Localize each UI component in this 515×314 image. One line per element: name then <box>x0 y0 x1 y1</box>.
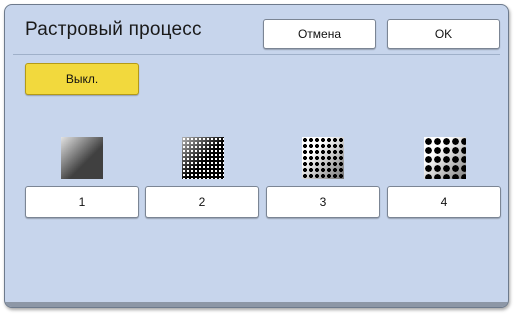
cancel-button[interactable]: Отмена <box>263 19 376 49</box>
pattern-shading-overlay <box>302 137 344 179</box>
header-divider <box>13 54 500 55</box>
fine-halftone-pattern-icon <box>61 137 103 179</box>
medium-fine-halftone-pattern-icon <box>182 137 224 179</box>
option-2-button[interactable]: 2 <box>145 186 259 218</box>
pattern-shading-overlay <box>424 137 466 179</box>
panel-bottom-edge <box>5 302 508 307</box>
off-button[interactable]: Выкл. <box>25 63 139 95</box>
ok-button[interactable]: OK <box>387 19 500 49</box>
screening-dialog: Растровый процесс Отмена OK Выкл. 1 2 3 … <box>4 4 509 308</box>
option-1-button[interactable]: 1 <box>25 186 139 218</box>
option-4-button[interactable]: 4 <box>387 186 501 218</box>
dialog-title: Растровый процесс <box>25 19 202 40</box>
option-3-button[interactable]: 3 <box>266 186 380 218</box>
